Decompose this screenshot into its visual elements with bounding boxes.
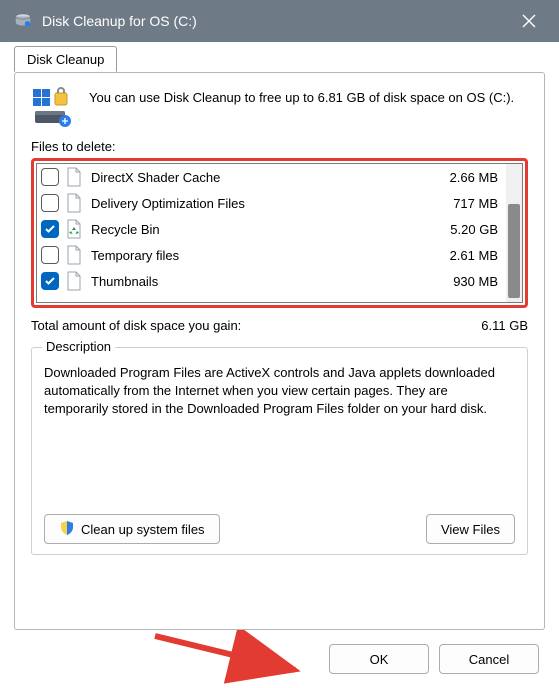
tab-panel: You can use Disk Cleanup to free up to 6… bbox=[14, 72, 545, 630]
dialog-footer: OK Cancel bbox=[329, 644, 539, 674]
ok-label: OK bbox=[370, 652, 389, 667]
description-body: Downloaded Program Files are ActiveX con… bbox=[44, 364, 515, 419]
annotation-arrow bbox=[150, 628, 320, 684]
file-size: 2.61 MB bbox=[428, 248, 498, 263]
file-size: 2.66 MB bbox=[428, 170, 498, 185]
tab-strip: Disk Cleanup bbox=[14, 46, 117, 72]
disk-cleanup-icon bbox=[31, 87, 75, 127]
shield-icon bbox=[59, 520, 75, 539]
checkbox[interactable] bbox=[41, 168, 59, 186]
scrollbar[interactable] bbox=[506, 164, 522, 302]
checkbox[interactable] bbox=[41, 194, 59, 212]
view-files-button[interactable]: View Files bbox=[426, 514, 515, 544]
cancel-button[interactable]: Cancel bbox=[439, 644, 539, 674]
description-legend: Description bbox=[42, 339, 115, 354]
recycle-bin-icon bbox=[65, 219, 83, 239]
description-group: Description Downloaded Program Files are… bbox=[31, 347, 528, 555]
table-row[interactable]: DirectX Shader Cache 2.66 MB bbox=[37, 164, 506, 190]
file-name: Recycle Bin bbox=[89, 222, 422, 237]
file-icon bbox=[65, 271, 83, 291]
close-icon bbox=[522, 14, 536, 28]
file-name: Temporary files bbox=[89, 248, 422, 263]
cancel-label: Cancel bbox=[469, 652, 509, 667]
file-name: Thumbnails bbox=[89, 274, 422, 289]
total-line: Total amount of disk space you gain: 6.1… bbox=[31, 318, 528, 333]
files-list-highlight: DirectX Shader Cache 2.66 MB Delivery Opti… bbox=[31, 158, 528, 308]
file-name: DirectX Shader Cache bbox=[89, 170, 422, 185]
disk-cleanup-window: Disk Cleanup for OS (C:) Disk Cleanup bbox=[0, 0, 559, 688]
file-size: 717 MB bbox=[428, 196, 498, 211]
cleanup-system-files-button[interactable]: Clean up system files bbox=[44, 514, 220, 544]
table-row[interactable]: Temporary files 2.61 MB bbox=[37, 242, 506, 268]
checkbox[interactable] bbox=[41, 272, 59, 290]
checkbox[interactable] bbox=[41, 246, 59, 264]
disk-cleanup-app-icon bbox=[14, 12, 32, 30]
file-size: 5.20 GB bbox=[428, 222, 498, 237]
file-name: Delivery Optimization Files bbox=[89, 196, 422, 211]
view-files-label: View Files bbox=[441, 522, 500, 537]
client-area: Disk Cleanup bbox=[0, 42, 559, 688]
table-row[interactable]: Delivery Optimization Files 717 MB bbox=[37, 190, 506, 216]
file-size: 930 MB bbox=[428, 274, 498, 289]
intro: You can use Disk Cleanup to free up to 6… bbox=[31, 87, 528, 127]
table-row[interactable]: Thumbnails 930 MB bbox=[37, 268, 506, 294]
file-icon bbox=[65, 245, 83, 265]
close-button[interactable] bbox=[507, 0, 551, 42]
files-list[interactable]: DirectX Shader Cache 2.66 MB Delivery Opti… bbox=[36, 163, 523, 303]
tab-disk-cleanup[interactable]: Disk Cleanup bbox=[14, 46, 117, 72]
cleanup-system-files-label: Clean up system files bbox=[81, 522, 205, 537]
scrollbar-thumb[interactable] bbox=[508, 204, 520, 298]
titlebar: Disk Cleanup for OS (C:) bbox=[0, 0, 559, 42]
intro-text: You can use Disk Cleanup to free up to 6… bbox=[89, 87, 528, 107]
ok-button[interactable]: OK bbox=[329, 644, 429, 674]
file-icon bbox=[65, 167, 83, 187]
file-icon bbox=[65, 193, 83, 213]
total-label: Total amount of disk space you gain: bbox=[31, 318, 481, 333]
window-title: Disk Cleanup for OS (C:) bbox=[42, 13, 507, 29]
checkbox[interactable] bbox=[41, 220, 59, 238]
total-value: 6.11 GB bbox=[481, 318, 528, 333]
files-to-delete-label: Files to delete: bbox=[31, 139, 528, 154]
table-row[interactable]: Recycle Bin 5.20 GB bbox=[37, 216, 506, 242]
